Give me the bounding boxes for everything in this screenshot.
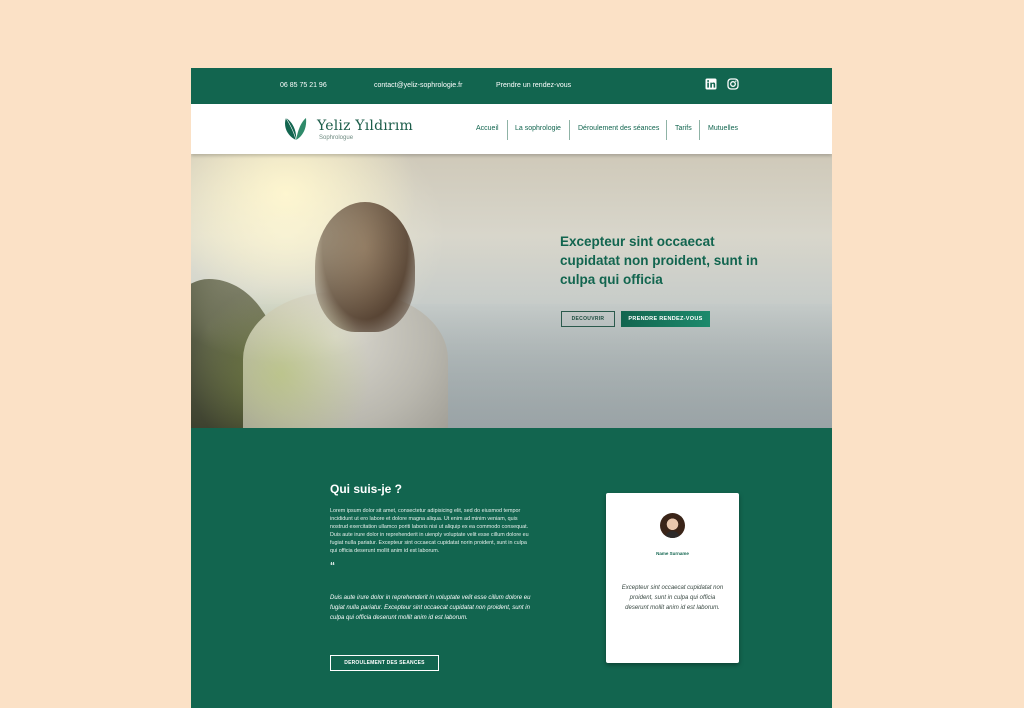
hero-banner: Excepteur sint occaecat cupidatat non pr…: [191, 154, 832, 428]
linkedin-icon[interactable]: [705, 78, 717, 90]
nav-divider: [666, 120, 667, 140]
nav-item-sophrologie[interactable]: La sophrologie: [515, 125, 561, 132]
nav-divider: [507, 120, 508, 140]
nav-item-tarifs[interactable]: Tarifs: [675, 125, 692, 132]
discover-button[interactable]: DECOUVRIR: [561, 311, 615, 327]
contact-bar: 06 85 75 21 96 contact@yeliz-sophrologie…: [191, 68, 832, 104]
book-appointment-button[interactable]: PRENDRE RENDEZ-VOUS: [621, 311, 710, 327]
appointment-link[interactable]: Prendre un rendez-vous: [496, 82, 571, 89]
email-link[interactable]: contact@yeliz-sophrologie.fr: [374, 82, 462, 89]
instagram-icon[interactable]: [727, 78, 739, 90]
avatar: [660, 513, 685, 538]
about-quote: Duis aute irure dolor in reprehenderit i…: [330, 595, 531, 621]
about-text: Lorem ipsum dolor sit amet, consectetur …: [330, 508, 529, 554]
hero-sunlight: [191, 154, 832, 428]
card-name: Name Surname: [656, 551, 689, 556]
nav-item-mutuelles[interactable]: Mutuelles: [708, 125, 738, 132]
nav-divider: [569, 120, 570, 140]
nav-item-deroulement[interactable]: Déroulement des séances: [578, 125, 659, 132]
hero-title: Excepteur sint occaecat cupidatat non pr…: [560, 234, 758, 287]
profile-card: Name Surname Excepteur sint occaecat cup…: [606, 493, 739, 663]
quote-mark: “: [330, 561, 335, 572]
brand-subtitle: Sophrologue: [319, 135, 354, 141]
nav-divider: [699, 120, 700, 140]
brand-name: Yeliz Yıldırım: [317, 118, 413, 134]
card-quote: Excepteur sint occaecat cupidatat non pr…: [621, 585, 724, 611]
about-title: Qui suis-je ?: [330, 482, 403, 496]
nav-item-accueil[interactable]: Accueil: [476, 125, 499, 132]
leaf-logo-icon: [285, 117, 307, 141]
main-navbar: Yeliz Yıldırım Sophrologue Accueil La so…: [191, 104, 832, 154]
phone-link[interactable]: 06 85 75 21 96: [280, 82, 327, 89]
sessions-button[interactable]: DEROULEMENT DES SEANCES: [330, 655, 439, 671]
brand-logo[interactable]: Yeliz Yıldırım Sophrologue: [283, 114, 423, 146]
website-mockup: 06 85 75 21 96 contact@yeliz-sophrologie…: [191, 68, 832, 708]
